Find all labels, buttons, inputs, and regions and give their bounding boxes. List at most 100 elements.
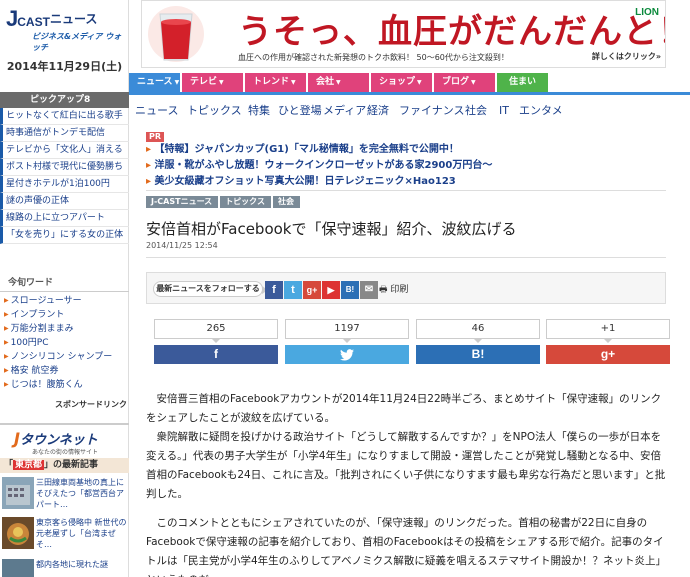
article-paragraph: このコメントとともにシェアされていたのが、「保守速報」のリンクだった。首相の秘書… <box>146 517 667 577</box>
subnav-finance[interactable]: ファイナンス <box>399 101 465 121</box>
mail-icon[interactable]: ✉ <box>360 281 378 299</box>
subnav-people[interactable]: ひと登場 <box>278 101 322 121</box>
tab-company[interactable]: 会社 ▼ <box>308 73 370 92</box>
subnav-topics[interactable]: トピックス <box>187 101 242 121</box>
pickup-item[interactable]: 「女を売り」にする女の正体 <box>0 227 129 244</box>
google-plus-share-count: +1 <box>546 319 670 343</box>
tab-blog[interactable]: ブログ ▼ <box>434 73 496 92</box>
google-plus-share-button[interactable]: g+ <box>546 345 670 364</box>
tokyo-header-rest: 」の最新記事 <box>44 460 99 470</box>
keyword-item[interactable]: 100円PC <box>0 336 129 350</box>
chevron-down-icon: ▼ <box>219 79 224 86</box>
breadcrumb-item[interactable]: トピックス <box>220 196 271 208</box>
keyword-item[interactable]: 万能分割ままみ <box>0 322 129 336</box>
pr-link[interactable]: 美少女級藏オフショット写真大公開！日テレジェニック×Hao123 <box>146 174 666 190</box>
pr-link[interactable]: 【特報】ジャパンカップ(G1)「マル秘情報」を完全無料で公開中！ <box>146 142 666 158</box>
keyword-item[interactable]: じつは！腹筋くん <box>0 378 129 392</box>
twitter-icon[interactable]: t <box>284 281 302 299</box>
tokyo-news-text: 都内各地に現れた謎 <box>36 560 108 569</box>
twitter-share-count: 1197 <box>285 319 409 343</box>
keyword-header: 今旬ワード <box>0 274 129 292</box>
breadcrumb-item[interactable]: J-CASTニュース <box>146 196 219 208</box>
pr-block: PR 【特報】ジャパンカップ(G1)「マル秘情報」を完全無料で公開中！ 洋服・靴… <box>146 129 666 190</box>
pickup-item[interactable]: ヒットなくて紅白に出る歌手 <box>0 108 129 125</box>
divider <box>146 257 666 258</box>
tokyo-news-header: 「東京都 」の最新記事 <box>0 458 129 473</box>
sponsored-link-label: スポンサードリンク <box>55 400 127 409</box>
tokyo-tag: 東京都 <box>13 460 45 470</box>
keyword-item[interactable]: スロージューサー <box>0 294 129 308</box>
subnav-economy[interactable]: 経済 <box>367 101 389 121</box>
left-sidebar: JCAST ニュース ビジネス&メディア ウォッチ 2014年11月29日(土)… <box>0 0 129 577</box>
article-title: 安倍首相がFacebookで「保守速報」紹介、波紋広げる <box>146 220 517 238</box>
article-paragraph: 衆院解散に疑問を投げかける政治サイト「どうして解散するんですか？」をNPO法人「… <box>146 431 666 500</box>
logo-news: ニュース <box>50 12 98 26</box>
follow-label: 最新ニュースをフォローする <box>153 281 268 297</box>
townnet-logo-text: タウンネット <box>19 433 98 448</box>
facebook-share-count: 265 <box>154 319 278 343</box>
facebook-share-button[interactable]: f <box>154 345 278 364</box>
tokyo-news-item[interactable]: 三田線車両基地の真上にそびえたつ「都営西台アパート… <box>0 475 129 511</box>
pickup-item[interactable]: テレビから「文化人」消える <box>0 142 129 159</box>
lion-logo: LION <box>635 7 659 18</box>
townnet-logo[interactable]: Jタウンネット あなたの街の情報サイト <box>0 423 129 457</box>
subnav-news[interactable]: ニュース <box>135 101 178 121</box>
follow-bar: 最新ニュースをフォローする f t g+ ▶ B! ✉ 🖶 印刷 <box>146 272 666 304</box>
hatena-share-button[interactable]: B! <box>416 345 540 364</box>
tokyo-news-text: 三田線車両基地の真上にそびえたつ「都営西台アパート… <box>36 478 124 509</box>
pickup-item[interactable]: 線路の上に立つアパート <box>0 210 129 227</box>
subnav-it[interactable]: IT <box>499 101 509 121</box>
pickup-item[interactable]: ポスト村様で現代に優勢勝ち <box>0 159 129 176</box>
chevron-down-icon: ▼ <box>336 79 341 86</box>
banner-description: 血圧への作用が確認された新発想のトクホ飲料！ 50～60代から注文殺到！ <box>238 53 509 62</box>
sub-nav: ニュース トピックス 特集 ひと登場 メディア 経済 ファイナンス 社会 IT … <box>129 101 690 121</box>
tokyo-news-item[interactable]: 東京客ら侵略中 新世代の元老屋ずし「台湾まぜそ… <box>0 515 129 551</box>
banner-ad[interactable]: うそっ、血圧がだんだんと！ LION 血圧への作用が確認された新発想のトクホ飲料… <box>141 0 666 68</box>
hatena-icon[interactable]: B! <box>341 281 359 299</box>
tab-tv[interactable]: テレビ ▼ <box>182 73 244 92</box>
twitter-share-button[interactable] <box>285 345 409 364</box>
breadcrumb-item[interactable]: 社会 <box>272 196 300 208</box>
subnav-society[interactable]: 社会 <box>465 101 487 121</box>
subnav-entertainment[interactable]: エンタメ <box>519 101 563 121</box>
townnet-subtitle: あなたの街の情報サイト <box>32 449 99 456</box>
print-button[interactable]: 🖶 印刷 <box>379 281 408 299</box>
keyword-list: スロージューサー インプラント 万能分割ままみ 100円PC ノンシリコン シャ… <box>0 294 129 392</box>
tab-news[interactable]: ニュース ▼ <box>129 73 181 92</box>
google-plus-icon[interactable]: g+ <box>303 281 321 299</box>
keyword-item[interactable]: 格安 航空券 <box>0 364 129 378</box>
pickup-item[interactable]: 星付きホテルが1泊100円 <box>0 176 129 193</box>
tab-shop[interactable]: ショップ ▼ <box>371 73 433 92</box>
chevron-down-icon: ▼ <box>291 79 296 86</box>
pr-link[interactable]: 洋服・靴がふやし放題！ウォークインクローゼットがある家2900万円台～ <box>146 158 666 174</box>
article-date: 2014/11/25 12:54 <box>146 241 218 250</box>
hatena-share-count: 46 <box>416 319 540 343</box>
pickup-item[interactable]: 時事通信がトンデモ配信 <box>0 125 129 142</box>
tokyo-news-thumbnail <box>2 517 34 549</box>
banner-more-link[interactable]: 詳しくはクリック» <box>592 51 661 62</box>
keyword-item[interactable]: インプラント <box>0 308 129 322</box>
tab-housing[interactable]: 住まい <box>497 73 549 92</box>
tokyo-news-item[interactable]: 都内各地に現れた謎 <box>0 557 129 577</box>
twitter-bird-icon <box>340 349 354 361</box>
pickup-item[interactable]: 謎の声優の正体 <box>0 193 129 210</box>
tokyo-news-thumbnail <box>2 477 34 509</box>
breadcrumb: J-CASTニュース トピックス 社会 <box>146 196 302 208</box>
article-paragraph: 安倍晋三首相のFacebookアカウントが2014年11月24日22時半ごろ、ま… <box>146 393 662 424</box>
keyword-item[interactable]: ノンシリコン シャンプー <box>0 350 129 364</box>
facebook-icon[interactable]: f <box>265 281 283 299</box>
tab-trend[interactable]: トレンド ▼ <box>245 73 307 92</box>
subnav-feature[interactable]: 特集 <box>248 101 270 121</box>
chevron-down-icon: ▼ <box>174 79 180 86</box>
logo-j: J <box>6 6 18 31</box>
youtube-icon[interactable]: ▶ <box>322 281 340 299</box>
main-nav: ニュース ▼ テレビ ▼ トレンド ▼ 会社 ▼ ショップ ▼ ブログ ▼ 住まい <box>129 73 690 95</box>
pickup-header: ピックアップ8 <box>0 92 129 108</box>
banner-headline: うそっ、血圧がだんだんと！ <box>238 12 666 52</box>
logo-cast: CAST <box>17 15 50 29</box>
site-logo[interactable]: JCAST ニュース ビジネス&メディア ウォッチ <box>6 6 128 52</box>
article-body: 安倍晋三首相のFacebookアカウントが2014年11月24日22時半ごろ、ま… <box>146 390 668 577</box>
current-date: 2014年11月29日(土) <box>6 60 123 73</box>
chevron-down-icon: ▼ <box>471 79 476 86</box>
subnav-media[interactable]: メディア <box>323 101 366 121</box>
